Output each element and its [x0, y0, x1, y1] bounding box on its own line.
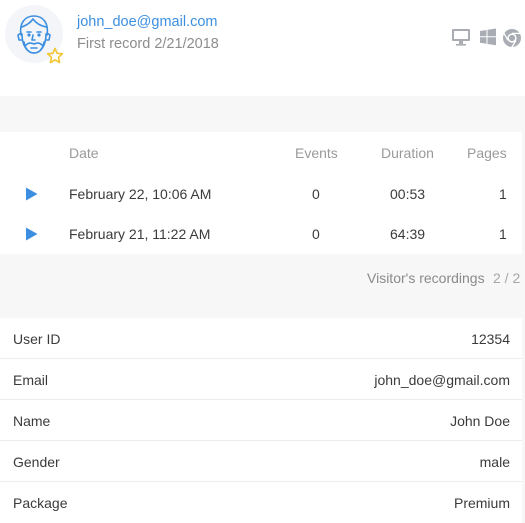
recording-date: February 21, 11:22 AM [69, 226, 211, 242]
recording-date: February 22, 10:06 AM [69, 186, 212, 202]
property-key: User ID [13, 331, 61, 347]
recording-pages: 1 [499, 226, 507, 242]
property-row-name: Name John Doe [0, 400, 522, 441]
recording-duration: 64:39 [390, 226, 426, 242]
monitor-icon [452, 29, 470, 46]
star-icon[interactable] [46, 47, 64, 65]
chrome-icon [503, 29, 521, 48]
visitor-email[interactable]: john_doe@gmail.com [77, 14, 217, 30]
property-key: Name [13, 413, 51, 429]
recording-events: 0 [312, 186, 320, 202]
visitor-header: john_doe@gmail.com First record 2/21/201… [0, 0, 525, 96]
property-row-package: Package Premium [0, 482, 522, 523]
property-row-gender: Gender male [0, 441, 522, 482]
column-header-date: Date [69, 145, 99, 161]
column-header-duration: Duration [381, 145, 434, 161]
first-record-date: First record 2/21/2018 [77, 36, 219, 52]
property-row-user-id: User ID 12354 [0, 318, 522, 359]
column-header-events: Events [295, 145, 338, 161]
table-row[interactable]: February 22, 10:06 AM 0 00:53 1 [0, 174, 522, 214]
windows-icon [480, 28, 496, 46]
property-key: Gender [13, 454, 60, 470]
play-icon[interactable] [25, 227, 38, 241]
property-row-email: Email john_doe@gmail.com [0, 359, 522, 400]
property-key: Package [13, 495, 68, 511]
property-value: Premium [453, 495, 510, 511]
property-key: Email [13, 372, 49, 388]
property-value: male [479, 454, 510, 470]
property-value: john_doe@gmail.com [374, 372, 510, 388]
recordings-pager-label: Visitor's recordings [367, 270, 485, 286]
column-header-pages: Pages [467, 145, 507, 161]
recording-pages: 1 [499, 186, 507, 202]
property-value: John Doe [450, 413, 510, 429]
recording-events: 0 [312, 226, 320, 242]
recordings-pager-count: 2 / 2 [493, 270, 521, 286]
property-value: 12354 [471, 331, 510, 347]
visitor-properties: User ID 12354 Email john_doe@gmail.com N… [0, 318, 522, 523]
table-row[interactable]: February 21, 11:22 AM 0 64:39 1 [0, 214, 522, 254]
recording-duration: 00:53 [390, 186, 426, 202]
play-icon[interactable] [25, 187, 38, 201]
recordings-table: Date Events Duration Pages February 22, … [0, 132, 522, 254]
